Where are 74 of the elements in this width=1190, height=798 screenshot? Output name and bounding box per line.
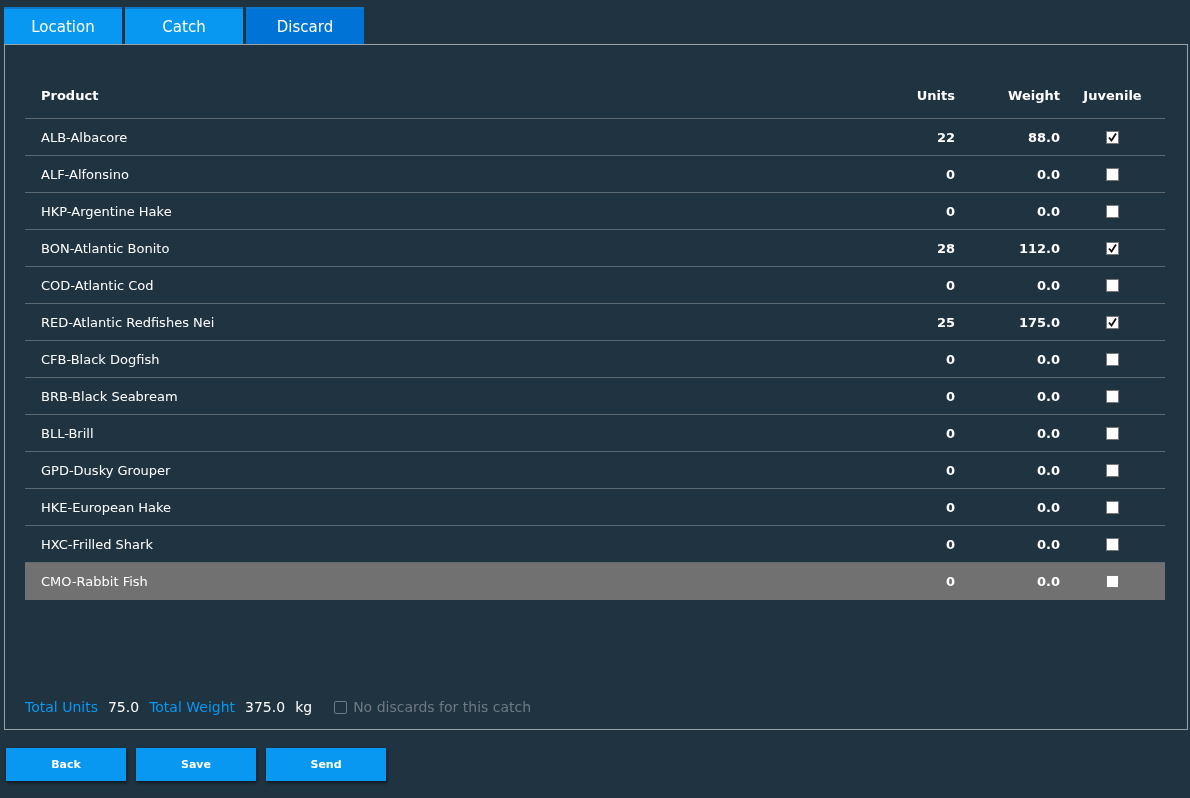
units-cell-text: 0 <box>944 351 955 367</box>
weight-cell-text: 0.0 <box>1035 388 1060 404</box>
checkbox[interactable] <box>1106 463 1119 477</box>
weight-cell-text: 0.0 <box>1035 499 1060 515</box>
units-cell-text: 0 <box>944 573 955 589</box>
weight-cell-text: 0.0 <box>1035 536 1060 552</box>
product-cell-text: RED-Atlantic Redfishes Nei <box>40 314 216 330</box>
weight-cell-text: 0.0 <box>1035 573 1060 589</box>
checkbox[interactable] <box>1106 500 1119 514</box>
product-cell-text: CMO-Rabbit Fish <box>40 573 149 589</box>
product-cell-text: BRB-Black Seabream <box>40 388 179 404</box>
checkbox[interactable] <box>1106 315 1119 329</box>
product-cell-text: HXC-Frilled Shark <box>40 536 154 552</box>
total-weight-value: 375.0 <box>245 699 286 715</box>
product-cell-text: HKE-European Hake <box>40 499 173 515</box>
table-row[interactable]: BON-Atlantic Bonito 28 112.0 <box>25 230 1165 267</box>
weight-cell-text: 0.0 <box>1035 425 1060 441</box>
checkbox[interactable] <box>1106 167 1119 181</box>
product-cell-text: COD-Atlantic Cod <box>40 277 155 293</box>
table-row[interactable]: BLL-Brill 0 0.0 <box>25 415 1165 452</box>
table-row[interactable]: CMO-Rabbit Fish 0 0.0 <box>25 563 1165 600</box>
product-cell-text: ALF-Alfonsino <box>40 166 130 182</box>
table-row[interactable]: CFB-Black Dogfish 0 0.0 <box>25 341 1165 378</box>
units-cell-text: 0 <box>944 166 955 182</box>
units-cell-text: 0 <box>944 499 955 515</box>
units-cell-text: 28 <box>935 240 955 256</box>
column-header: Units <box>915 88 955 103</box>
weight-cell-text: 0.0 <box>1035 203 1060 219</box>
table-row[interactable]: ALB-Albacore 22 88.0 <box>25 119 1165 156</box>
total-units-label: Total Units <box>25 699 98 715</box>
units-cell-text: 22 <box>935 129 955 145</box>
units-cell-text: 0 <box>944 388 955 404</box>
checkbox[interactable] <box>1106 278 1119 292</box>
table-row[interactable]: HKP-Argentine Hake 0 0.0 <box>25 193 1165 230</box>
product-cell-text: ALB-Albacore <box>40 129 129 145</box>
column-header: Product <box>40 88 100 103</box>
column-header: Weight <box>1007 88 1060 103</box>
units-cell-text: 0 <box>944 203 955 219</box>
weight-cell-text: 175.0 <box>1017 314 1060 330</box>
total-units-value: 75.0 <box>107 699 140 715</box>
product-cell-text: HKP-Argentine Hake <box>40 203 173 219</box>
tab[interactable]: Discard <box>246 7 364 44</box>
units-cell-text: 25 <box>935 314 955 330</box>
checkbox[interactable] <box>1106 130 1119 144</box>
weight-cell-text: 0.0 <box>1035 166 1060 182</box>
checkbox[interactable] <box>1106 352 1119 366</box>
table-row[interactable]: BRB-Black Seabream 0 0.0 <box>25 378 1165 415</box>
checkbox[interactable] <box>1106 204 1119 218</box>
weight-cell-text: 0.0 <box>1035 351 1060 367</box>
product-cell-text: BLL-Brill <box>40 425 95 441</box>
units-cell-text: 0 <box>944 462 955 478</box>
total-weight-label: Total Weight <box>149 699 236 715</box>
weight-cell-text: 0.0 <box>1035 462 1060 478</box>
product-cell-text: GPD-Dusky Grouper <box>40 462 172 478</box>
weight-cell-text: 88.0 <box>1026 129 1060 145</box>
units-cell-text: 0 <box>944 536 955 552</box>
product-cell-text: BON-Atlantic Bonito <box>40 240 171 256</box>
product-cell-text: CFB-Black Dogfish <box>40 351 161 367</box>
weight-cell-text: 112.0 <box>1017 240 1060 256</box>
table-row[interactable]: HKE-European Hake 0 0.0 <box>25 489 1165 526</box>
column-header: Juvenile <box>1081 88 1143 103</box>
weight-unit: kg <box>295 699 313 715</box>
checkbox[interactable] <box>1106 389 1119 403</box>
table-row[interactable]: COD-Atlantic Cod 0 0.0 <box>25 267 1165 304</box>
checkbox[interactable] <box>1106 426 1119 440</box>
checkbox[interactable] <box>1106 574 1119 588</box>
units-cell-text: 0 <box>944 425 955 441</box>
checkbox[interactable] <box>1106 241 1119 255</box>
table-row[interactable]: GPD-Dusky Grouper 0 0.0 <box>25 452 1165 489</box>
table-row[interactable]: ALF-Alfonsino 0 0.0 <box>25 156 1165 193</box>
checkbox[interactable] <box>1106 537 1119 551</box>
weight-cell-text: 0.0 <box>1035 277 1060 293</box>
units-cell-text: 0 <box>944 277 955 293</box>
table-row[interactable]: RED-Atlantic Redfishes Nei 25 175.0 <box>25 304 1165 341</box>
